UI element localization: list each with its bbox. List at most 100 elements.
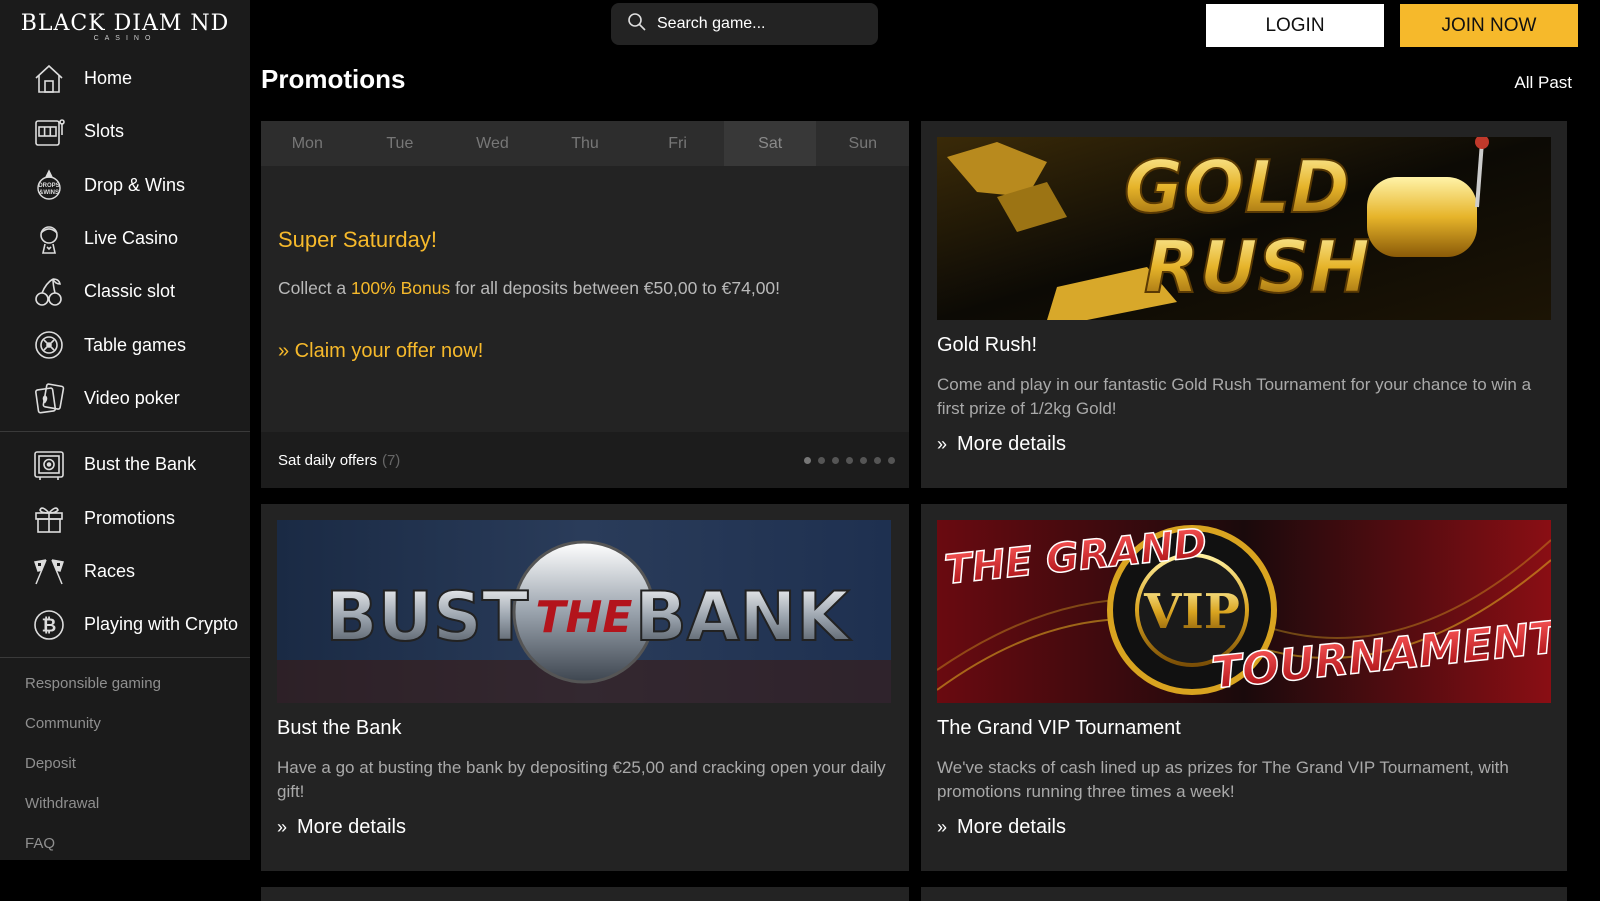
offer-text-post: for all deposits between €50,00 to €74,0… — [450, 278, 781, 298]
link-faq[interactable]: FAQ — [25, 824, 250, 864]
carousel-dot[interactable] — [860, 457, 867, 464]
checkered-flags-icon — [30, 552, 68, 590]
cherries-icon — [30, 273, 68, 311]
sidebar-divider — [0, 657, 250, 659]
search-bar[interactable] — [611, 3, 878, 45]
sidebar-item-label: Table games — [84, 334, 187, 355]
gold-rush-banner[interactable]: GOLD RUSH — [937, 137, 1551, 320]
svg-text:BUST: BUST — [326, 578, 529, 657]
search-input[interactable] — [657, 15, 857, 33]
promo-description: Have a go at busting the bank by deposit… — [277, 758, 886, 801]
sidebar-item-label: Races — [84, 560, 136, 581]
join-now-button[interactable]: JOIN NOW — [1400, 4, 1578, 47]
offer-title: Super Saturday! — [278, 227, 437, 252]
more-details-link[interactable]: » More details — [277, 816, 406, 839]
promo-title: Bust the Bank — [277, 717, 402, 739]
chevron-right-icon: » — [277, 817, 288, 837]
promo-card-grand-vip: VIP THE GRAND TOURNAMENT The Grand VIP T… — [921, 504, 1567, 871]
daily-offers-count: (7) — [381, 451, 401, 469]
promo-card-partial — [921, 887, 1567, 901]
sidebar-item-slots[interactable]: Slots — [0, 105, 250, 158]
sidebar-item-label: Promotions — [84, 507, 176, 528]
sidebar-item-races[interactable]: Races — [0, 545, 250, 598]
promo-description: We've stacks of cash lined up as prizes … — [937, 758, 1509, 801]
sidebar-item-promotions[interactable]: Promotions — [0, 491, 250, 544]
sidebar-item-label: Live Casino — [84, 228, 179, 249]
sidebar-item-table-games[interactable]: Table games — [0, 318, 250, 371]
daily-offers-label: Sat daily offers — [278, 451, 377, 469]
sidebar-item-label: Classic slot — [84, 281, 176, 302]
drops-wins-icon: DROPS &WINS — [30, 166, 68, 204]
sidebar-item-label: Playing with Crypto — [84, 614, 239, 635]
grand-vip-banner[interactable]: VIP THE GRAND TOURNAMENT — [937, 520, 1551, 703]
svg-text:VIP: VIP — [1143, 584, 1240, 640]
sidebar-item-label: Video poker — [84, 387, 180, 408]
tab-sun[interactable]: Sun — [816, 121, 909, 166]
logo-subtext: CASINO — [93, 35, 157, 42]
cards-icon — [30, 379, 68, 417]
link-community[interactable]: Community — [25, 704, 250, 744]
link-deposit[interactable]: Deposit — [25, 744, 250, 784]
promo-card-bust-the-bank: BUST THE BANK Bust the Bank Have a go at… — [261, 504, 909, 871]
tab-wed[interactable]: Wed — [446, 121, 539, 166]
sidebar-item-label: Home — [84, 68, 133, 89]
tab-tue[interactable]: Tue — [354, 121, 447, 166]
sidebar-item-home[interactable]: Home — [0, 52, 250, 105]
daily-offers-card: Mon Tue Wed Thu Fri Sat Sun Super Saturd… — [261, 121, 909, 488]
svg-text:&WINS: &WINS — [39, 190, 59, 196]
link-responsible-gaming[interactable]: Responsible gaming — [25, 664, 250, 704]
offer-highlight: 100% Bonus — [350, 278, 451, 298]
more-details-link[interactable]: » More details — [937, 816, 1066, 839]
secondary-nav: Bust the Bank Promotions Races ₿ Playing… — [0, 438, 250, 651]
link-withdrawal[interactable]: Withdrawal — [25, 784, 250, 824]
promo-title: The Grand VIP Tournament — [937, 717, 1181, 739]
daily-footer: Sat daily offers (7) — [261, 432, 909, 488]
chevron-right-icon: » — [937, 434, 948, 454]
promo-card-partial — [261, 887, 909, 901]
login-button[interactable]: LOGIN — [1206, 4, 1384, 47]
tab-sat[interactable]: Sat — [723, 121, 817, 166]
sidebar-item-label: Drop & Wins — [84, 174, 186, 195]
page-title: Promotions — [261, 64, 406, 94]
carousel-dot[interactable] — [888, 457, 895, 464]
slots-icon — [30, 113, 68, 151]
more-details-link[interactable]: » More details — [937, 433, 1066, 456]
sidebar-item-classic-slot[interactable]: Classic slot — [0, 265, 250, 318]
tab-mon[interactable]: Mon — [261, 121, 354, 166]
sidebar-item-video-poker[interactable]: Video poker — [0, 372, 250, 425]
safe-icon — [30, 446, 68, 484]
sidebar-item-crypto[interactable]: ₿ Playing with Crypto — [0, 598, 250, 651]
carousel-dot[interactable] — [846, 457, 853, 464]
svg-text:RUSH: RUSH — [1144, 225, 1370, 309]
promo-description: Come and play in our fantastic Gold Rush… — [937, 375, 1532, 418]
carousel-dot[interactable] — [804, 457, 811, 464]
all-past-link[interactable]: All Past — [1514, 73, 1572, 93]
sidebar-item-label: Slots — [84, 121, 125, 142]
claim-offer-link[interactable]: » Claim your offer now! — [278, 340, 483, 363]
more-details-label: More details — [957, 816, 1066, 838]
sidebar-item-bust-the-bank[interactable]: Bust the Bank — [0, 438, 250, 491]
carousel-dot[interactable] — [832, 457, 839, 464]
home-icon — [30, 60, 68, 98]
more-details-label: More details — [297, 816, 406, 838]
tab-fri[interactable]: Fri — [631, 121, 724, 166]
sidebar-divider — [0, 431, 250, 433]
logo[interactable]: BLACK DIAM ND CASINO — [0, 0, 250, 52]
svg-text:₿: ₿ — [42, 615, 57, 636]
carousel-dot[interactable] — [818, 457, 825, 464]
logo-text: BLACK DIAM ND — [20, 11, 230, 36]
more-details-label: More details — [957, 433, 1066, 455]
bitcoin-icon: ₿ — [30, 606, 68, 644]
promo-title: Gold Rush! — [937, 334, 1038, 356]
sidebar: BLACK DIAM ND CASINO Home Slots DROPS &WI… — [0, 0, 250, 860]
sidebar-item-drop-wins[interactable]: DROPS &WINS Drop & Wins — [0, 159, 250, 212]
tab-thu[interactable]: Thu — [539, 121, 632, 166]
live-dealer-icon — [30, 220, 68, 258]
bust-the-bank-banner[interactable]: BUST THE BANK — [277, 520, 891, 703]
svg-text:DROPS: DROPS — [38, 183, 59, 189]
carousel-dots — [804, 457, 895, 464]
sidebar-item-live-casino[interactable]: Live Casino — [0, 212, 250, 265]
banner-text: GOLD — [1124, 145, 1350, 229]
sidebar-item-label: Bust the Bank — [84, 454, 197, 475]
carousel-dot[interactable] — [874, 457, 881, 464]
